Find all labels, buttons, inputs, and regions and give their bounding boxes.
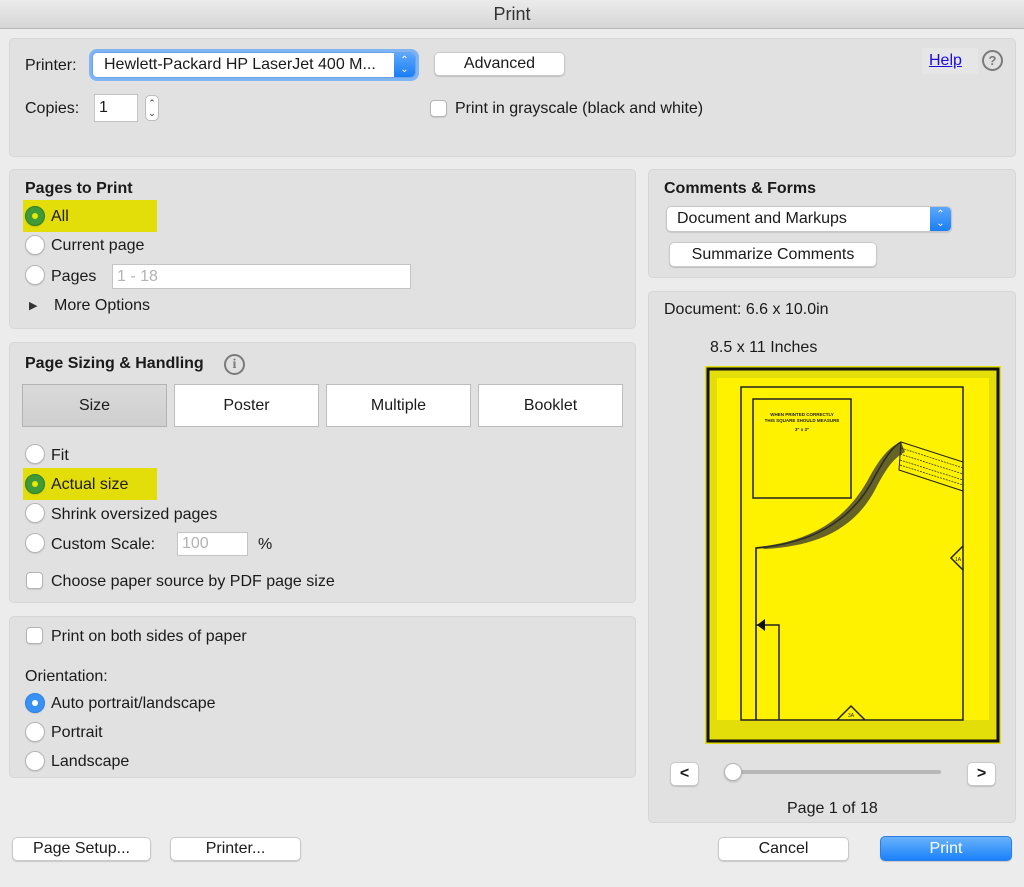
- tab-multiple-label: Multiple: [370, 397, 427, 414]
- radio-custom-scale-label: Custom Scale:: [51, 536, 156, 553]
- orientation-label: Orientation:: [25, 668, 108, 685]
- window-titlebar: Print: [0, 0, 1024, 29]
- tab-size-label: Size: [78, 397, 111, 414]
- radio-fit[interactable]: [25, 444, 45, 464]
- calibration-text-3: 3" x 3": [795, 427, 809, 432]
- advanced-button[interactable]: Advanced: [434, 52, 565, 76]
- copies-stepper[interactable]: ⌃ ⌄: [145, 95, 159, 121]
- radio-current-page-label: Current page: [51, 237, 145, 254]
- custom-scale-unit: %: [258, 536, 273, 553]
- radio-custom-scale[interactable]: [25, 533, 45, 553]
- help-icon-glyph: ?: [988, 53, 997, 68]
- radio-actual-size-label: Actual size: [51, 476, 129, 493]
- print-button-label: Print: [929, 840, 963, 857]
- summarize-comments-button[interactable]: Summarize Comments: [669, 242, 877, 267]
- more-options-toggle[interactable]: More Options: [54, 297, 150, 315]
- page-preview: WHEN PRINTED CORRECTLY THIS SQUARE SHOUL…: [705, 366, 1001, 744]
- chevron-updown-icon: ⌃ ⌄: [930, 207, 951, 231]
- next-page-button[interactable]: >: [967, 762, 996, 786]
- paper-source-label: Choose paper source by PDF page size: [51, 573, 335, 590]
- duplex-label: Print on both sides of paper: [51, 628, 247, 645]
- radio-actual-size[interactable]: [25, 474, 45, 494]
- page-preview-drawing: WHEN PRINTED CORRECTLY THIS SQUARE SHOUL…: [706, 367, 1000, 743]
- custom-scale-value: 100: [182, 535, 209, 552]
- info-icon[interactable]: i: [224, 354, 245, 375]
- pages-range-input[interactable]: 1 - 18: [112, 264, 411, 289]
- summarize-comments-label: Summarize Comments: [691, 246, 855, 263]
- comments-forms-title: Comments & Forms: [664, 180, 817, 197]
- tab-poster[interactable]: Poster: [174, 384, 319, 427]
- radio-fit-label: Fit: [51, 447, 69, 464]
- calibration-text-1: WHEN PRINTED CORRECTLY: [770, 412, 834, 417]
- page-setup-button[interactable]: Page Setup...: [12, 837, 151, 861]
- advanced-button-label: Advanced: [463, 55, 536, 72]
- next-page-icon: >: [976, 765, 987, 782]
- print-button[interactable]: Print: [880, 836, 1012, 861]
- copies-input[interactable]: 1: [94, 94, 138, 122]
- radio-portrait-label: Portrait: [51, 724, 103, 741]
- radio-auto-orientation[interactable]: [25, 693, 45, 713]
- help-icon[interactable]: ?: [982, 50, 1003, 71]
- window-title: Print: [493, 4, 531, 24]
- document-size: Document: 6.6 x 10.0in: [664, 301, 829, 318]
- page-indicator: Page 1 of 18: [787, 800, 878, 817]
- radio-portrait[interactable]: [25, 722, 45, 742]
- marker-bottom-text: 3A: [848, 713, 855, 719]
- pages-to-print-title: Pages to Print: [25, 180, 133, 197]
- tab-poster-label: Poster: [223, 397, 270, 414]
- printer-label: Printer:: [25, 57, 77, 74]
- help-link[interactable]: Help: [929, 52, 962, 70]
- page-sizing-title: Page Sizing & Handling: [25, 355, 204, 372]
- tab-booklet-label: Booklet: [523, 397, 578, 414]
- printer-select[interactable]: Hewlett-Packard HP LaserJet 400 M... ⌃ ⌄: [92, 52, 416, 78]
- radio-current-page[interactable]: [25, 235, 45, 255]
- disclosure-triangle-icon[interactable]: ▶: [29, 299, 37, 312]
- cancel-button-label: Cancel: [758, 840, 809, 857]
- radio-pages-label: Pages: [51, 268, 97, 285]
- printer-select-value: Hewlett-Packard HP LaserJet 400 M...: [104, 56, 376, 73]
- radio-all-label: All: [51, 208, 69, 225]
- cancel-button[interactable]: Cancel: [718, 837, 849, 861]
- radio-landscape-label: Landscape: [51, 753, 130, 770]
- printer-button[interactable]: Printer...: [170, 837, 301, 861]
- comments-forms-select-value: Document and Markups: [677, 210, 847, 227]
- custom-scale-input[interactable]: 100: [177, 532, 248, 556]
- prev-page-icon: <: [679, 765, 690, 782]
- duplex-checkbox[interactable]: [26, 627, 43, 644]
- radio-landscape[interactable]: [25, 751, 45, 771]
- tab-booklet[interactable]: Booklet: [478, 384, 623, 427]
- paper-source-checkbox[interactable]: [26, 572, 43, 589]
- radio-shrink-oversized[interactable]: [25, 503, 45, 523]
- radio-pages[interactable]: [25, 265, 45, 285]
- tab-size[interactable]: Size: [22, 384, 167, 427]
- chevron-updown-icon: ⌃ ⌄: [394, 53, 415, 77]
- prev-page-button[interactable]: <: [670, 762, 699, 786]
- pages-range-placeholder: 1 - 18: [117, 268, 158, 285]
- grayscale-checkbox[interactable]: [430, 100, 447, 117]
- copies-label: Copies:: [25, 100, 80, 117]
- marker-right-text: 1A: [955, 557, 962, 563]
- radio-shrink-oversized-label: Shrink oversized pages: [51, 506, 218, 523]
- tab-multiple[interactable]: Multiple: [326, 384, 471, 427]
- radio-auto-orientation-label: Auto portrait/landscape: [51, 695, 216, 712]
- copies-value: 1: [99, 99, 108, 116]
- radio-all[interactable]: [25, 206, 45, 226]
- printer-button-label: Printer...: [205, 840, 266, 857]
- page-slider-thumb[interactable]: [724, 763, 742, 781]
- calibration-text-2: THIS SQUARE SHOULD MEASURE: [765, 418, 840, 423]
- page-setup-label: Page Setup...: [33, 840, 130, 857]
- comments-forms-select[interactable]: Document and Markups ⌃ ⌄: [666, 206, 952, 232]
- page-slider-track[interactable]: [728, 770, 941, 774]
- info-icon-glyph: i: [232, 357, 237, 372]
- grayscale-label: Print in grayscale (black and white): [455, 100, 704, 117]
- paper-size: 8.5 x 11 Inches: [710, 339, 818, 356]
